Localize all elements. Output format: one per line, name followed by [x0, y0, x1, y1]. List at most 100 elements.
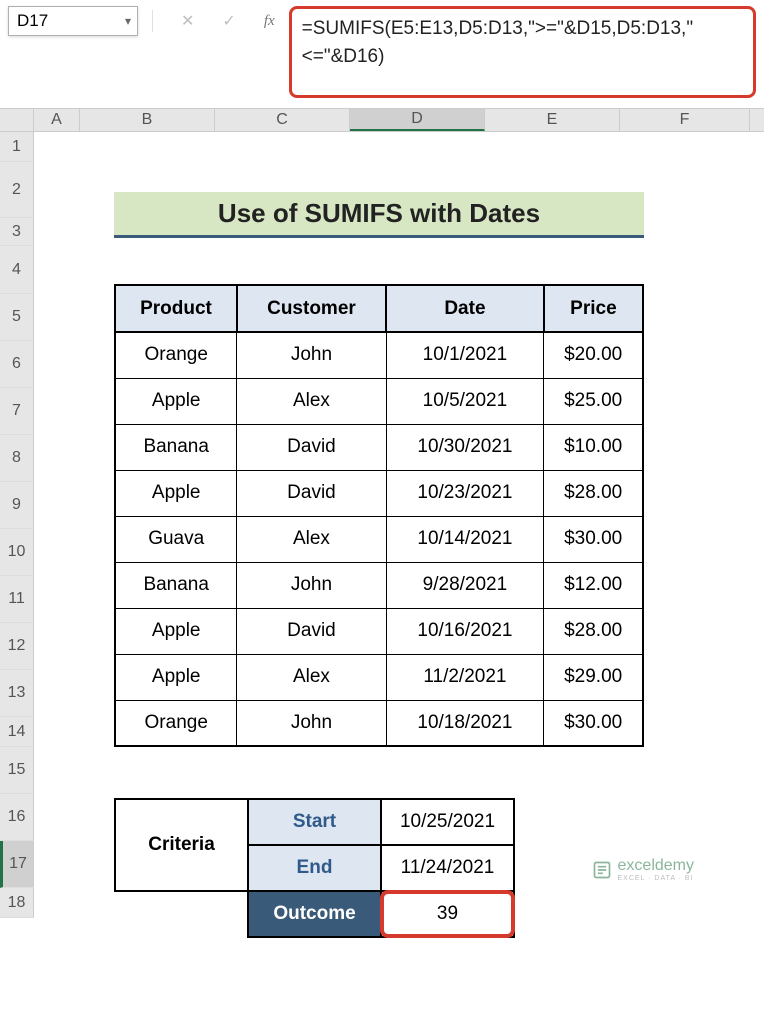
spreadsheet-grid: ABCDEF 123456789101112131415161718 Use o…: [0, 108, 764, 992]
criteria-label: Criteria: [115, 799, 248, 891]
criteria-start-label: Start: [248, 799, 381, 845]
col-header-price: Price: [544, 285, 643, 332]
row-header-1[interactable]: 1: [0, 132, 34, 162]
cell-product[interactable]: Banana: [115, 562, 237, 608]
row-header-6[interactable]: 6: [0, 341, 34, 388]
table-row: AppleAlex10/5/2021$25.00: [115, 378, 643, 424]
cell-customer[interactable]: David: [237, 608, 386, 654]
empty-cell: [115, 891, 248, 937]
table-row: BananaJohn9/28/2021$12.00: [115, 562, 643, 608]
criteria-end-value[interactable]: 11/24/2021: [381, 845, 514, 891]
cell-price[interactable]: $30.00: [544, 700, 643, 746]
row-header-9[interactable]: 9: [0, 482, 34, 529]
cell-price[interactable]: $10.00: [544, 424, 643, 470]
row-header-13[interactable]: 13: [0, 670, 34, 717]
row-header-18[interactable]: 18: [0, 888, 34, 918]
cell-customer[interactable]: John: [237, 700, 386, 746]
cell-date[interactable]: 11/2/2021: [386, 654, 544, 700]
column-header-F[interactable]: F: [620, 109, 750, 131]
col-header-customer: Customer: [237, 285, 386, 332]
cell-product[interactable]: Apple: [115, 378, 237, 424]
cell-date[interactable]: 10/14/2021: [386, 516, 544, 562]
table-row: AppleDavid10/23/2021$28.00: [115, 470, 643, 516]
select-all-corner[interactable]: [0, 109, 34, 131]
column-header-A[interactable]: A: [34, 109, 80, 131]
cell-price[interactable]: $12.00: [544, 562, 643, 608]
criteria-outcome-row: Outcome 39: [115, 891, 514, 937]
table-row: OrangeJohn10/1/2021$20.00: [115, 332, 643, 378]
row-header-8[interactable]: 8: [0, 435, 34, 482]
cell-customer[interactable]: Alex: [237, 378, 386, 424]
cell-customer[interactable]: John: [237, 332, 386, 378]
cell-product[interactable]: Orange: [115, 700, 237, 746]
cell-product[interactable]: Apple: [115, 608, 237, 654]
cell-customer[interactable]: Alex: [237, 516, 386, 562]
cell-product[interactable]: Guava: [115, 516, 237, 562]
row-header-14[interactable]: 14: [0, 717, 34, 747]
column-header-B[interactable]: B: [80, 109, 215, 131]
row-header-12[interactable]: 12: [0, 623, 34, 670]
sheet-body[interactable]: Use of SUMIFS with Dates ProductCustomer…: [34, 132, 764, 992]
cell-price[interactable]: $25.00: [544, 378, 643, 424]
cell-date[interactable]: 10/30/2021: [386, 424, 544, 470]
row-header-17[interactable]: 17: [0, 841, 34, 888]
cell-customer[interactable]: Alex: [237, 654, 386, 700]
criteria-start-row: Criteria Start 10/25/2021: [115, 799, 514, 845]
row-header-16[interactable]: 16: [0, 794, 34, 841]
cell-price[interactable]: $29.00: [544, 654, 643, 700]
criteria-table: Criteria Start 10/25/2021 End 11/24/2021…: [114, 798, 515, 938]
cell-date[interactable]: 10/18/2021: [386, 700, 544, 746]
name-box[interactable]: D17: [8, 6, 138, 36]
formula-bar-controls: ✕ ✓ fx: [148, 6, 279, 36]
cell-date[interactable]: 10/1/2021: [386, 332, 544, 378]
table-row: AppleAlex11/2/2021$29.00: [115, 654, 643, 700]
cell-customer[interactable]: David: [237, 470, 386, 516]
formula-bar-row: D17 ✕ ✓ fx =SUMIFS(E5:E13,D5:D13,">="&D1…: [0, 0, 764, 104]
cell-product[interactable]: Apple: [115, 470, 237, 516]
confirm-icon[interactable]: ✓: [222, 11, 235, 31]
table-row: GuavaAlex10/14/2021$30.00: [115, 516, 643, 562]
watermark-icon: [592, 860, 612, 880]
cell-price[interactable]: $30.00: [544, 516, 643, 562]
cell-price[interactable]: $20.00: [544, 332, 643, 378]
data-table: ProductCustomerDatePrice OrangeJohn10/1/…: [114, 284, 644, 747]
criteria-outcome-value[interactable]: 39: [381, 891, 514, 937]
cell-product[interactable]: Orange: [115, 332, 237, 378]
cell-date[interactable]: 10/5/2021: [386, 378, 544, 424]
row-header-11[interactable]: 11: [0, 576, 34, 623]
cell-price[interactable]: $28.00: [544, 470, 643, 516]
outcome-text: 39: [437, 903, 458, 924]
row-header-2[interactable]: 2: [0, 162, 34, 218]
cell-date[interactable]: 10/16/2021: [386, 608, 544, 654]
title-banner: Use of SUMIFS with Dates: [114, 192, 644, 238]
column-header-D[interactable]: D: [350, 109, 485, 131]
formula-text: =SUMIFS(E5:E13,D5:D13,">="&D15,D5:D13,"<…: [302, 18, 693, 67]
formula-input[interactable]: =SUMIFS(E5:E13,D5:D13,">="&D15,D5:D13,"<…: [289, 6, 756, 98]
row-header-10[interactable]: 10: [0, 529, 34, 576]
cell-customer[interactable]: David: [237, 424, 386, 470]
col-header-product: Product: [115, 285, 237, 332]
table-header-row: ProductCustomerDatePrice: [115, 285, 643, 332]
column-header-C[interactable]: C: [215, 109, 350, 131]
cell-price[interactable]: $28.00: [544, 608, 643, 654]
criteria-start-value[interactable]: 10/25/2021: [381, 799, 514, 845]
watermark: exceldemy EXCEL · DATA · BI: [592, 857, 694, 882]
cell-date[interactable]: 10/23/2021: [386, 470, 544, 516]
title-text: Use of SUMIFS with Dates: [218, 198, 540, 229]
criteria-outcome-label: Outcome: [248, 891, 381, 937]
row-header-7[interactable]: 7: [0, 388, 34, 435]
table-row: BananaDavid10/30/2021$10.00: [115, 424, 643, 470]
cell-product[interactable]: Banana: [115, 424, 237, 470]
row-header-15[interactable]: 15: [0, 747, 34, 794]
col-header-date: Date: [386, 285, 544, 332]
cancel-icon[interactable]: ✕: [181, 11, 194, 31]
cell-customer[interactable]: John: [237, 562, 386, 608]
row-header-4[interactable]: 4: [0, 246, 34, 294]
cell-product[interactable]: Apple: [115, 654, 237, 700]
fx-icon[interactable]: fx: [264, 13, 275, 30]
column-header-E[interactable]: E: [485, 109, 620, 131]
row-header-3[interactable]: 3: [0, 218, 34, 246]
table-row: AppleDavid10/16/2021$28.00: [115, 608, 643, 654]
cell-date[interactable]: 9/28/2021: [386, 562, 544, 608]
row-header-5[interactable]: 5: [0, 294, 34, 341]
